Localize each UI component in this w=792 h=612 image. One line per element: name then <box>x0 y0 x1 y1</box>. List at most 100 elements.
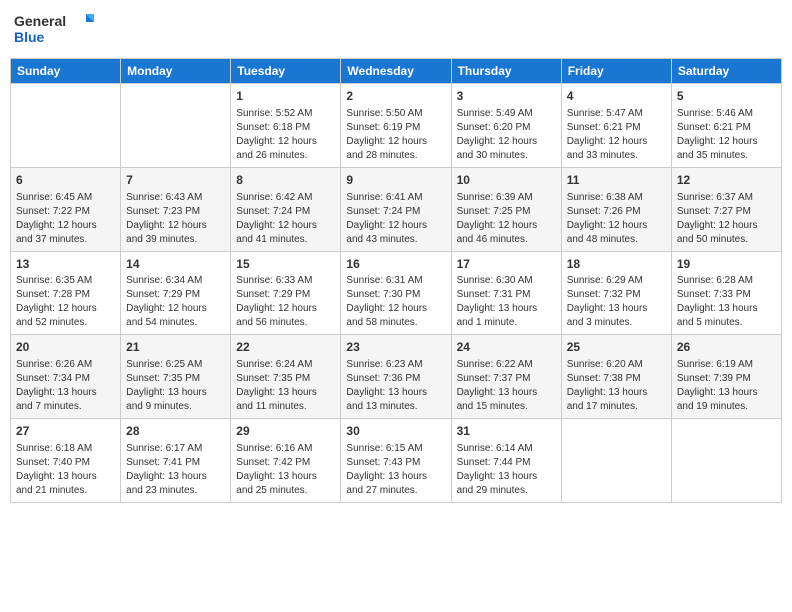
calendar-cell: 25 Sunrise: 6:20 AM Sunset: 7:38 PM Dayli… <box>561 335 671 419</box>
calendar-cell: 28Sunrise: 6:17 AM Sunset: 7:41 PM Dayli… <box>121 419 231 503</box>
day-content: Sunrise: 6:31 AM Sunset: 7:30 PM Dayligh… <box>346 274 445 330</box>
calendar-cell: 16Sunrise: 6:31 AM Sunset: 7:30 PM Dayli… <box>341 251 451 335</box>
day-content: Sunrise: 6:43 AM Sunset: 7:23 PM Dayligh… <box>126 191 225 247</box>
column-header-sunday: Sunday <box>11 59 121 84</box>
day-content: Sunrise: 6:34 AM Sunset: 7:29 PM Dayligh… <box>126 274 225 330</box>
day-number: 27 <box>16 423 115 440</box>
calendar-cell: 22Sunrise: 6:24 AM Sunset: 7:35 PM Dayli… <box>231 335 341 419</box>
day-number: 4 <box>567 88 666 105</box>
calendar-cell: 23 Sunrise: 6:23 AM Sunset: 7:36 PM Dayli… <box>341 335 451 419</box>
header-row: SundayMondayTuesdayWednesdayThursdayFrid… <box>11 59 782 84</box>
calendar-cell: 7 Sunrise: 6:43 AM Sunset: 7:23 PM Daylig… <box>121 167 231 251</box>
calendar-cell: 1 Sunrise: 5:52 AM Sunset: 6:18 PM Daylig… <box>231 84 341 168</box>
calendar-cell: 9 Sunrise: 6:41 AM Sunset: 7:24 PM Daylig… <box>341 167 451 251</box>
calendar-cell <box>11 84 121 168</box>
day-number: 1 <box>236 88 335 105</box>
calendar-cell: 10 Sunrise: 6:39 AM Sunset: 7:25 PM Dayli… <box>451 167 561 251</box>
calendar-cell: 3 Sunrise: 5:49 AM Sunset: 6:20 PM Daylig… <box>451 84 561 168</box>
day-content: Sunrise: 6:42 AM Sunset: 7:24 PM Dayligh… <box>236 191 335 247</box>
day-content: Sunrise: 6:41 AM Sunset: 7:24 PM Dayligh… <box>346 191 445 247</box>
day-content: Sunrise: 6:14 AM Sunset: 7:44 PM Dayligh… <box>457 442 556 498</box>
day-content: Sunrise: 5:49 AM Sunset: 6:20 PM Dayligh… <box>457 107 556 163</box>
calendar-cell: 19Sunrise: 6:28 AM Sunset: 7:33 PM Dayli… <box>671 251 781 335</box>
day-content: Sunrise: 6:20 AM Sunset: 7:38 PM Dayligh… <box>567 358 666 414</box>
day-content: Sunrise: 6:29 AM Sunset: 7:32 PM Dayligh… <box>567 274 666 330</box>
day-content: Sunrise: 6:17 AM Sunset: 7:41 PM Dayligh… <box>126 442 225 498</box>
logo: General Blue <box>14 10 94 50</box>
day-number: 11 <box>567 172 666 189</box>
day-number: 3 <box>457 88 556 105</box>
day-content: Sunrise: 6:33 AM Sunset: 7:29 PM Dayligh… <box>236 274 335 330</box>
day-number: 19 <box>677 256 776 273</box>
day-number: 31 <box>457 423 556 440</box>
calendar-cell: 13Sunrise: 6:35 AM Sunset: 7:28 PM Dayli… <box>11 251 121 335</box>
calendar-cell: 11Sunrise: 6:38 AM Sunset: 7:26 PM Dayli… <box>561 167 671 251</box>
calendar-cell: 18Sunrise: 6:29 AM Sunset: 7:32 PM Dayli… <box>561 251 671 335</box>
day-content: Sunrise: 6:18 AM Sunset: 7:40 PM Dayligh… <box>16 442 115 498</box>
day-number: 2 <box>346 88 445 105</box>
day-number: 26 <box>677 339 776 356</box>
calendar-cell: 6Sunrise: 6:45 AM Sunset: 7:22 PM Daylig… <box>11 167 121 251</box>
day-number: 14 <box>126 256 225 273</box>
day-content: Sunrise: 6:16 AM Sunset: 7:42 PM Dayligh… <box>236 442 335 498</box>
day-number: 10 <box>457 172 556 189</box>
day-content: Sunrise: 6:26 AM Sunset: 7:34 PM Dayligh… <box>16 358 115 414</box>
day-number: 8 <box>236 172 335 189</box>
day-content: Sunrise: 6:30 AM Sunset: 7:31 PM Dayligh… <box>457 274 556 330</box>
day-content: Sunrise: 6:37 AM Sunset: 7:27 PM Dayligh… <box>677 191 776 247</box>
calendar-cell <box>561 419 671 503</box>
calendar-cell: 5 Sunrise: 5:46 AM Sunset: 6:21 PM Daylig… <box>671 84 781 168</box>
day-number: 9 <box>346 172 445 189</box>
calendar-cell: 27 Sunrise: 6:18 AM Sunset: 7:40 PM Dayli… <box>11 419 121 503</box>
calendar-cell: 2 Sunrise: 5:50 AM Sunset: 6:19 PM Daylig… <box>341 84 451 168</box>
logo-bird-icon: General Blue <box>14 10 94 50</box>
day-number: 23 <box>346 339 445 356</box>
calendar-cell: 8 Sunrise: 6:42 AM Sunset: 7:24 PM Daylig… <box>231 167 341 251</box>
day-number: 12 <box>677 172 776 189</box>
day-content: Sunrise: 6:39 AM Sunset: 7:25 PM Dayligh… <box>457 191 556 247</box>
calendar-cell: 15Sunrise: 6:33 AM Sunset: 7:29 PM Dayli… <box>231 251 341 335</box>
day-number: 20 <box>16 339 115 356</box>
day-content: Sunrise: 5:46 AM Sunset: 6:21 PM Dayligh… <box>677 107 776 163</box>
day-content: Sunrise: 6:24 AM Sunset: 7:35 PM Dayligh… <box>236 358 335 414</box>
svg-text:Blue: Blue <box>14 29 45 45</box>
calendar-week-5: 27 Sunrise: 6:18 AM Sunset: 7:40 PM Dayli… <box>11 419 782 503</box>
svg-text:General: General <box>14 13 66 29</box>
day-number: 7 <box>126 172 225 189</box>
day-content: Sunrise: 6:19 AM Sunset: 7:39 PM Dayligh… <box>677 358 776 414</box>
day-content: Sunrise: 5:50 AM Sunset: 6:19 PM Dayligh… <box>346 107 445 163</box>
day-number: 29 <box>236 423 335 440</box>
day-number: 21 <box>126 339 225 356</box>
calendar-cell: 29 Sunrise: 6:16 AM Sunset: 7:42 PM Dayli… <box>231 419 341 503</box>
calendar-cell: 26 Sunrise: 6:19 AM Sunset: 7:39 PM Dayli… <box>671 335 781 419</box>
calendar-table: SundayMondayTuesdayWednesdayThursdayFrid… <box>10 58 782 503</box>
day-content: Sunrise: 5:52 AM Sunset: 6:18 PM Dayligh… <box>236 107 335 163</box>
column-header-saturday: Saturday <box>671 59 781 84</box>
day-number: 13 <box>16 256 115 273</box>
calendar-cell: 24Sunrise: 6:22 AM Sunset: 7:37 PM Dayli… <box>451 335 561 419</box>
calendar-cell: 21Sunrise: 6:25 AM Sunset: 7:35 PM Dayli… <box>121 335 231 419</box>
day-number: 30 <box>346 423 445 440</box>
day-number: 15 <box>236 256 335 273</box>
day-content: Sunrise: 6:15 AM Sunset: 7:43 PM Dayligh… <box>346 442 445 498</box>
calendar-cell: 17Sunrise: 6:30 AM Sunset: 7:31 PM Dayli… <box>451 251 561 335</box>
day-content: Sunrise: 6:45 AM Sunset: 7:22 PM Dayligh… <box>16 191 115 247</box>
calendar-week-2: 6Sunrise: 6:45 AM Sunset: 7:22 PM Daylig… <box>11 167 782 251</box>
column-header-monday: Monday <box>121 59 231 84</box>
calendar-week-4: 20 Sunrise: 6:26 AM Sunset: 7:34 PM Dayli… <box>11 335 782 419</box>
calendar-cell: 31 Sunrise: 6:14 AM Sunset: 7:44 PM Dayli… <box>451 419 561 503</box>
calendar-cell: 4 Sunrise: 5:47 AM Sunset: 6:21 PM Daylig… <box>561 84 671 168</box>
page-header: General Blue <box>10 10 782 50</box>
calendar-cell: 14Sunrise: 6:34 AM Sunset: 7:29 PM Dayli… <box>121 251 231 335</box>
column-header-tuesday: Tuesday <box>231 59 341 84</box>
calendar-cell <box>671 419 781 503</box>
day-number: 5 <box>677 88 776 105</box>
column-header-thursday: Thursday <box>451 59 561 84</box>
day-content: Sunrise: 6:23 AM Sunset: 7:36 PM Dayligh… <box>346 358 445 414</box>
day-number: 25 <box>567 339 666 356</box>
day-number: 24 <box>457 339 556 356</box>
calendar-cell: 20 Sunrise: 6:26 AM Sunset: 7:34 PM Dayli… <box>11 335 121 419</box>
calendar-cell <box>121 84 231 168</box>
calendar-week-3: 13Sunrise: 6:35 AM Sunset: 7:28 PM Dayli… <box>11 251 782 335</box>
day-content: Sunrise: 5:47 AM Sunset: 6:21 PM Dayligh… <box>567 107 666 163</box>
